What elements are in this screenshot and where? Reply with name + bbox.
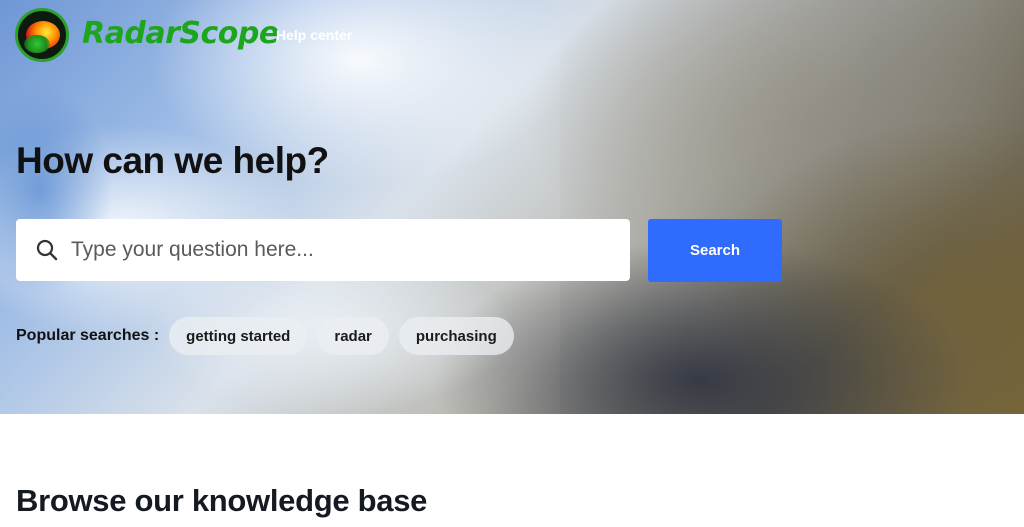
hero-background-storm — [560, 0, 1024, 414]
hero-banner: RadarScope Help center How can we help? … — [0, 0, 1024, 414]
search-icon — [35, 238, 59, 262]
search-box[interactable] — [16, 219, 630, 281]
logo-radar-image — [15, 8, 69, 62]
help-center-link[interactable]: Help center — [276, 27, 352, 43]
search-input[interactable] — [71, 230, 611, 270]
knowledge-base-title: Browse our knowledge base — [16, 483, 428, 518]
page-title: How can we help? — [16, 140, 329, 181]
popular-searches: Popular searches : getting started radar… — [16, 317, 524, 355]
popular-search-chip[interactable]: getting started — [169, 317, 308, 355]
popular-search-chip[interactable]: purchasing — [398, 317, 514, 355]
radarscope-logo-icon[interactable] — [15, 8, 69, 62]
popular-searches-label: Popular searches : — [16, 327, 160, 344]
brand-name[interactable]: RadarScope — [82, 16, 279, 51]
search-button[interactable]: Search — [648, 219, 782, 282]
popular-search-chip[interactable]: radar — [317, 317, 389, 355]
logo-radar-echo-green — [24, 35, 50, 53]
